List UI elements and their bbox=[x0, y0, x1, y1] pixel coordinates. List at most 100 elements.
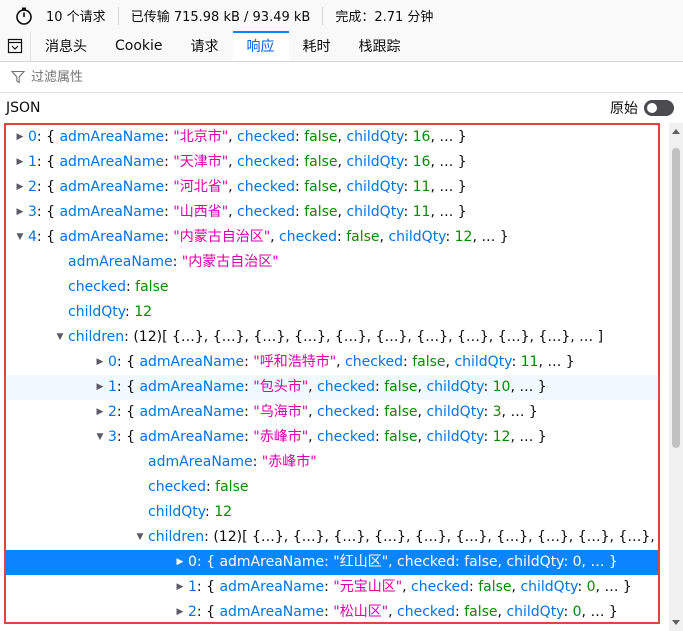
json-string-value: "山西省" bbox=[173, 204, 229, 220]
json-tree-row[interactable]: admAreaName: "赤峰市" bbox=[6, 450, 658, 475]
expand-arrow-icon[interactable]: ▶ bbox=[92, 350, 108, 375]
json-number-value: 12 bbox=[492, 429, 511, 445]
json-tree-row[interactable]: ▼ 3: { admAreaName: "赤峰市", checked: false… bbox=[6, 425, 658, 450]
json-punctuation: : bbox=[126, 279, 136, 295]
expand-arrow-icon[interactable]: ▶ bbox=[12, 150, 28, 175]
json-key: childQty bbox=[388, 229, 446, 245]
json-key: checked bbox=[68, 279, 126, 295]
json-key: 4 bbox=[28, 229, 37, 245]
expand-arrow-icon[interactable]: ▶ bbox=[172, 575, 188, 600]
json-tree-row[interactable]: ▶ 0: { admAreaName: "呼和浩特市", checked: fal… bbox=[6, 350, 658, 375]
json-number-value: 11 bbox=[412, 179, 431, 195]
json-key: childQty bbox=[426, 379, 484, 395]
expand-arrow-icon[interactable]: ▶ bbox=[92, 375, 108, 400]
tab-label: 耗时 bbox=[302, 39, 331, 55]
json-number-value: 0 bbox=[572, 604, 582, 620]
json-number-value: 0 bbox=[572, 554, 582, 570]
tab-response[interactable]: 响应 bbox=[232, 31, 289, 61]
json-tree-row[interactable]: ▶ 1: { admAreaName: "元宝山区", checked: fals… bbox=[6, 575, 658, 600]
json-string-value: "包头市" bbox=[253, 379, 309, 395]
toggle-sidebar-button[interactable] bbox=[0, 31, 31, 61]
json-boolean-value: false bbox=[304, 204, 338, 220]
json-key: admAreaName bbox=[59, 179, 165, 195]
expand-arrow-icon[interactable]: ▶ bbox=[172, 600, 188, 622]
scrollbar-thumb[interactable] bbox=[672, 148, 680, 448]
json-punctuation: , … } bbox=[581, 554, 618, 570]
json-label: JSON bbox=[6, 99, 41, 116]
scroll-up-arrow-icon[interactable] bbox=[672, 129, 680, 134]
json-punctuation: : bbox=[403, 154, 413, 170]
json-key: checked bbox=[317, 404, 376, 420]
json-tree-row[interactable]: childQty: 12 bbox=[6, 300, 658, 325]
json-punctuation: : { bbox=[36, 229, 60, 245]
tab-request[interactable]: 请求 bbox=[177, 31, 233, 61]
filter-properties-input[interactable] bbox=[29, 68, 633, 86]
json-tree-row[interactable]: ▶ 2: { admAreaName: "松山区", checked: false… bbox=[6, 600, 658, 622]
json-key: 2 bbox=[108, 404, 117, 420]
expand-arrow-icon[interactable]: ▶ bbox=[172, 550, 188, 575]
expand-arrow-icon[interactable]: ▶ bbox=[12, 175, 28, 200]
json-number-value: 0 bbox=[586, 579, 596, 595]
json-string-value: "赤峰市" bbox=[253, 429, 309, 445]
json-tree-row[interactable]: ▶ 0: { admAreaName: "北京市", checked: false… bbox=[6, 125, 658, 150]
details-tab-bar: 消息头 Cookie 请求 响应 耗时 栈跟踪 bbox=[0, 31, 683, 62]
stopwatch-icon bbox=[16, 7, 32, 25]
tab-timings[interactable]: 耗时 bbox=[289, 31, 345, 61]
json-punctuation: , … } bbox=[581, 604, 618, 620]
raw-toggle-switch[interactable] bbox=[644, 99, 674, 116]
json-punctuation: : { bbox=[116, 379, 140, 395]
json-tree-row[interactable]: ▶ 2: { admAreaName: "河北省", checked: false… bbox=[6, 175, 658, 200]
json-punctuation: , bbox=[388, 554, 398, 570]
tab-label: 响应 bbox=[246, 39, 275, 55]
json-key: 2 bbox=[28, 179, 37, 195]
scroll-down-arrow-icon[interactable] bbox=[672, 620, 680, 625]
json-punctuation: : bbox=[483, 379, 493, 395]
json-punctuation: : bbox=[164, 179, 174, 195]
json-tree-row[interactable]: admAreaName: "内蒙古自治区" bbox=[6, 250, 658, 275]
expand-arrow-icon[interactable]: ▶ bbox=[92, 400, 108, 425]
json-punctuation: , bbox=[228, 204, 238, 220]
json-tree-row[interactable]: ▼ 4: { admAreaName: "内蒙古自治区", checked: fa… bbox=[6, 225, 658, 250]
json-tree-row[interactable]: ▼ children: (12)[ {…}, {…}, {…}, {…}, {…}… bbox=[6, 525, 658, 550]
json-punctuation: , bbox=[228, 154, 238, 170]
json-punctuation: : bbox=[205, 504, 215, 520]
json-tree-row[interactable]: ▶ 3: { admAreaName: "山西省", checked: false… bbox=[6, 200, 658, 225]
json-key: checked bbox=[237, 179, 296, 195]
json-punctuation: : bbox=[445, 229, 455, 245]
expand-arrow-icon[interactable]: ▶ bbox=[12, 125, 28, 150]
expand-arrow-icon[interactable]: ▶ bbox=[12, 200, 28, 225]
tab-cookies[interactable]: Cookie bbox=[101, 31, 177, 61]
json-punctuation: : bbox=[164, 229, 174, 245]
json-boolean-value: false bbox=[412, 354, 446, 370]
json-key: admAreaName bbox=[219, 604, 325, 620]
json-punctuation: : bbox=[295, 129, 305, 145]
json-punctuation: , … } bbox=[430, 154, 467, 170]
json-tree-row[interactable]: checked: false bbox=[6, 475, 658, 500]
json-number-value: 16 bbox=[412, 129, 431, 145]
json-punctuation: : bbox=[455, 554, 465, 570]
json-punctuation: , bbox=[388, 604, 398, 620]
json-string-value: "红山区" bbox=[333, 554, 389, 570]
collapse-arrow-icon[interactable]: ▼ bbox=[12, 225, 28, 250]
tab-stack-trace[interactable]: 栈跟踪 bbox=[345, 31, 415, 61]
collapse-arrow-icon[interactable]: ▼ bbox=[132, 525, 148, 550]
json-key: children bbox=[68, 329, 125, 345]
json-punctuation: , … } bbox=[430, 129, 467, 145]
json-tree-row[interactable]: ▶ 1: { admAreaName: "包头市", checked: false… bbox=[6, 375, 658, 400]
json-punctuation: : bbox=[577, 579, 587, 595]
json-tree-row[interactable]: checked: false bbox=[6, 275, 658, 300]
json-punctuation: : bbox=[295, 179, 305, 195]
vertical-scrollbar[interactable] bbox=[669, 123, 683, 631]
json-tree-row[interactable]: ▶ 2: { admAreaName: "乌海市", checked: false… bbox=[6, 400, 658, 425]
collapse-arrow-icon[interactable]: ▼ bbox=[92, 425, 108, 450]
json-key: 1 bbox=[188, 579, 197, 595]
collapse-arrow-icon[interactable]: ▼ bbox=[52, 325, 68, 350]
json-punctuation: , bbox=[336, 354, 346, 370]
json-tree-row[interactable]: childQty: 12 bbox=[6, 500, 658, 525]
json-tree-row[interactable]: ▶ 1: { admAreaName: "天津市", checked: false… bbox=[6, 150, 658, 175]
json-tree-row[interactable]: ▼ children: (12)[ {…}, {…}, {…}, {…}, {…}… bbox=[6, 325, 658, 350]
json-key: admAreaName bbox=[59, 204, 165, 220]
tab-headers[interactable]: 消息头 bbox=[31, 31, 101, 61]
json-tree-row[interactable]: ▶ 0: { admAreaName: "红山区", checked: false… bbox=[6, 550, 658, 575]
json-key: childQty bbox=[454, 354, 512, 370]
